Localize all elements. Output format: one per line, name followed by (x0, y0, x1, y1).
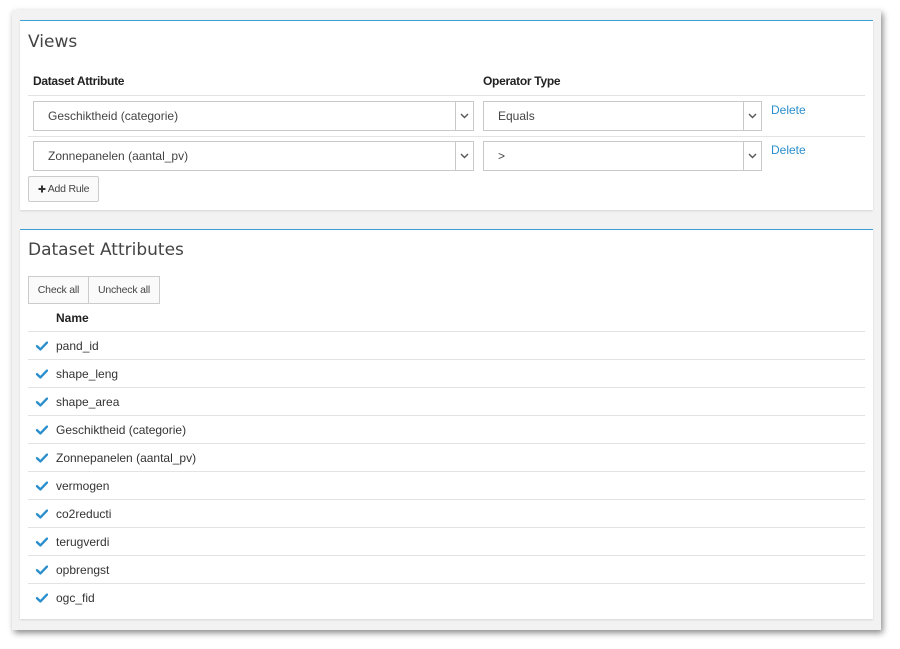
chevron-down-icon (743, 142, 761, 170)
attribute-row[interactable]: vermogen (28, 471, 865, 499)
attribute-row[interactable]: Geschiktheid (categorie) (28, 415, 865, 443)
checkmark-icon[interactable] (28, 564, 56, 575)
rule-1-operator-value: Equals (498, 109, 535, 123)
attribute-row[interactable]: co2reducti (28, 499, 865, 527)
attribute-name: vermogen (56, 478, 110, 493)
attribute-row[interactable]: opbrengst (28, 555, 865, 583)
rule-2-delete-link[interactable]: Delete (771, 143, 806, 157)
chevron-down-icon (455, 102, 473, 130)
attribute-row[interactable]: Zonnepanelen (aantal_pv) (28, 443, 865, 471)
checkmark-icon[interactable] (28, 508, 56, 519)
rule-1-attribute-select[interactable]: Geschiktheid (categorie) (33, 101, 474, 131)
attribute-name: shape_area (56, 394, 120, 409)
checkmark-icon[interactable] (28, 340, 56, 351)
attribute-name: shape_leng (56, 366, 119, 381)
checkmark-icon[interactable] (28, 480, 56, 491)
attribute-row[interactable]: terugverdi (28, 527, 865, 555)
attribute-name: pand_id (56, 338, 99, 353)
attribute-name: ogc_fid (56, 590, 95, 605)
attribute-row[interactable]: shape_leng (28, 359, 865, 387)
attribute-name: Geschiktheid (categorie) (56, 422, 187, 437)
attribute-name: co2reducti (56, 506, 112, 521)
plus-icon (38, 185, 46, 193)
operator-type-header: Operator Type (483, 74, 561, 88)
attribute-row[interactable]: pand_id (28, 331, 865, 359)
uncheck-all-button[interactable]: Uncheck all (89, 276, 160, 304)
dataset-attribute-header: Dataset Attribute (33, 74, 125, 88)
attribute-name: opbrengst (56, 562, 110, 577)
rule-2-attribute-value: Zonnepanelen (aantal_pv) (48, 149, 189, 163)
rule-1-attribute-value: Geschiktheid (categorie) (48, 109, 179, 123)
checkmark-icon[interactable] (28, 452, 56, 463)
checkmark-icon[interactable] (28, 424, 56, 435)
checkmark-icon[interactable] (28, 368, 56, 379)
add-rule-button[interactable]: Add Rule (28, 176, 99, 202)
dataset-attributes-panel: Dataset Attributes Check all Uncheck all… (20, 229, 873, 619)
divider (28, 95, 865, 96)
check-button-group: Check all Uncheck all (28, 276, 160, 304)
rule-2-operator-select[interactable]: > (483, 141, 762, 171)
check-all-button[interactable]: Check all (28, 276, 89, 304)
views-title: Views (28, 32, 78, 52)
rule-2-operator-value: > (498, 149, 506, 163)
rule-1-operator-select[interactable]: Equals (483, 101, 762, 131)
attribute-row[interactable]: ogc_fid (28, 583, 865, 611)
rule-1-delete-link[interactable]: Delete (771, 103, 806, 117)
chevron-down-icon (743, 102, 761, 130)
checkmark-icon[interactable] (28, 592, 56, 603)
checkmark-icon[interactable] (28, 396, 56, 407)
divider (28, 136, 865, 137)
name-column-header: Name (56, 311, 89, 325)
chevron-down-icon (455, 142, 473, 170)
add-rule-label: Add Rule (47, 183, 90, 195)
dataset-attributes-title: Dataset Attributes (28, 240, 184, 260)
checkmark-icon[interactable] (28, 536, 56, 547)
views-panel: Views Dataset Attribute Operator Type Ge… (20, 20, 873, 210)
attribute-row[interactable]: shape_area (28, 387, 865, 415)
attribute-name: terugverdi (56, 534, 110, 549)
attribute-name: Zonnepanelen (aantal_pv) (56, 450, 197, 465)
rule-2-attribute-select[interactable]: Zonnepanelen (aantal_pv) (33, 141, 474, 171)
